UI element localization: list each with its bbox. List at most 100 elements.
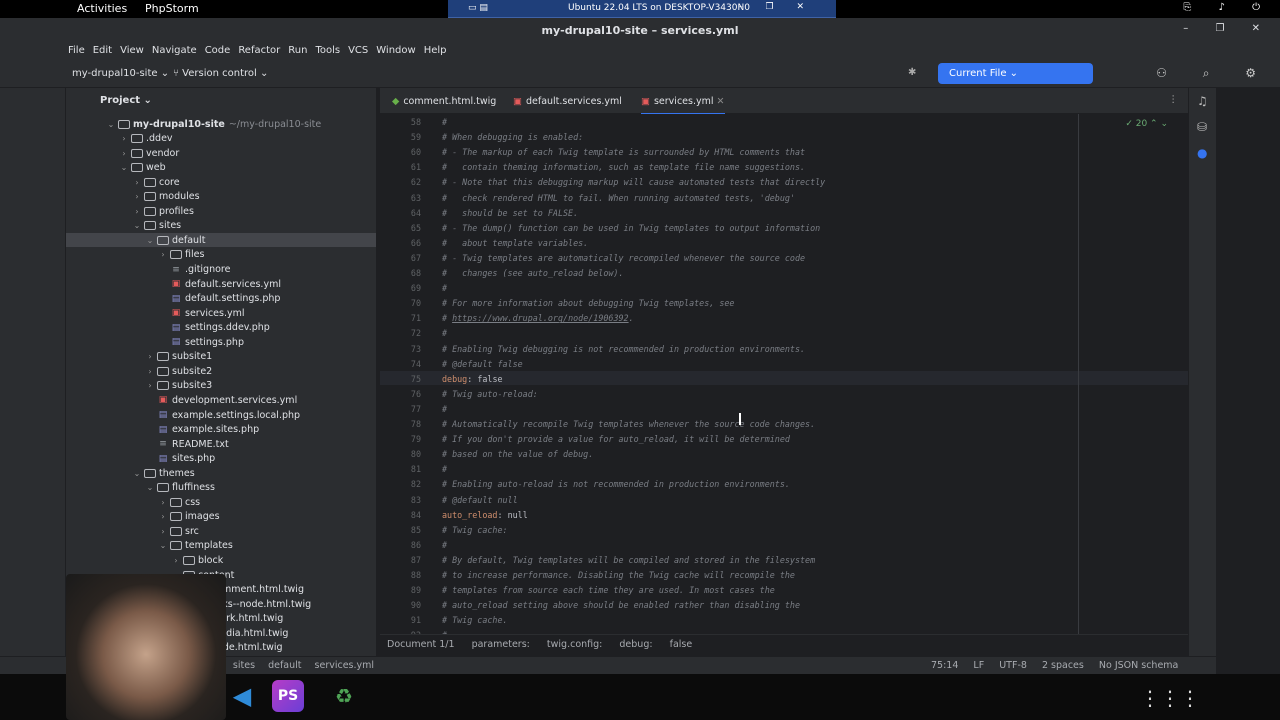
database-icon[interactable]: ⛁ [1197,120,1207,134]
status-path-default[interactable]: default [268,660,301,671]
tab-comment-twig[interactable]: ◆ comment.html.twig [392,96,496,107]
menu-run[interactable]: Run [288,45,307,60]
tab-default-services[interactable]: ▣ default.services.yml [513,96,622,107]
pin-icon[interactable]: ▭ ▤ [468,3,488,13]
code-line[interactable]: # about template variables. [442,238,588,248]
code-line[interactable]: # [442,283,447,293]
menu-vcs[interactable]: VCS [348,45,368,60]
tree-item[interactable]: ⌄ web [66,161,376,175]
tree-item[interactable]: ▤ sites.php [66,452,376,466]
code-line[interactable]: # Enabling auto-reload is not recommende… [442,479,790,489]
tree-item[interactable]: ▤ settings.ddev.php [66,321,376,335]
tree-item[interactable]: › files [66,248,376,262]
line-separator[interactable]: LF [973,660,984,671]
code-line[interactable]: # @default false [442,359,523,369]
breadcrumb-parameters[interactable]: parameters: [472,639,530,650]
status-path-file[interactable]: services.yml [315,660,375,671]
code-line[interactable]: # Twig cache. [442,615,508,625]
code-line[interactable]: # [442,404,447,414]
breadcrumb-value[interactable]: false [670,639,693,650]
debug-icon[interactable]: ✱ [908,67,916,78]
chevron-right-icon[interactable]: › [119,149,129,158]
file-encoding[interactable]: UTF-8 [999,660,1027,671]
code-line[interactable]: # When debugging is enabled: [442,132,583,142]
menu-help[interactable]: Help [424,45,447,60]
breadcrumb-debug[interactable]: debug: [619,639,652,650]
chevron-right-icon[interactable]: › [158,527,168,536]
chevron-down-icon[interactable]: ⌄ [158,541,168,550]
tree-item[interactable]: › subsite1 [66,350,376,364]
chevron-down-icon[interactable]: ⌄ [145,236,155,245]
close-tab-icon[interactable]: ✕ [717,96,725,107]
code-line[interactable]: # should be set to FALSE. [442,208,578,218]
tree-item[interactable]: ▣ services.yml [66,306,376,320]
window-controls[interactable]: – ❐ ✕ [1183,23,1272,34]
chevron-right-icon[interactable]: › [158,498,168,507]
project-selector[interactable]: my-drupal10-site ⌄ [72,68,169,79]
tree-item[interactable]: › block [66,554,376,568]
code-line[interactable]: # contain theming information, such as t… [442,162,805,172]
code-line[interactable]: # By default, Twig templates will be com… [442,555,815,565]
caret-position[interactable]: 75:14 [931,660,958,671]
code-line[interactable]: # auto_reload setting above should be en… [442,600,800,610]
project-header[interactable]: Project ⌄ [100,95,152,106]
chevron-right-icon[interactable]: › [171,556,181,565]
chevron-down-icon[interactable]: ⌄ [106,120,116,129]
ai-assistant-icon[interactable]: ● [1197,146,1207,160]
tree-item[interactable]: › profiles [66,204,376,218]
chevron-down-icon[interactable]: ⌄ [132,469,142,478]
code-line[interactable]: auto_reload: null [442,510,528,520]
tab-services-yml[interactable]: ▣ services.yml ✕ [641,96,725,115]
tabs-menu-icon[interactable]: ⋮ [1169,94,1179,105]
tree-item[interactable]: ⌄ fluffiness [66,481,376,495]
code-line[interactable]: debug: false [442,374,503,384]
code-line[interactable]: # changes (see auto_reload below). [442,268,624,278]
chevron-right-icon[interactable]: › [145,367,155,376]
tree-item[interactable]: › modules [66,190,376,204]
system-tray[interactable]: ⎘ ♪ ⏻ [1183,2,1272,13]
code-line[interactable]: # based on the value of debug. [442,449,593,459]
tree-item[interactable]: › subsite3 [66,379,376,393]
chevron-down-icon[interactable]: ⌄ [145,483,155,492]
json-schema[interactable]: No JSON schema [1099,660,1179,671]
code-line[interactable]: # [442,328,447,338]
menu-tools[interactable]: Tools [315,45,340,60]
tree-item[interactable]: ▣ development.services.yml [66,393,376,407]
activities-button[interactable]: Activities [77,2,127,15]
trash-icon[interactable]: ♻ [328,680,360,712]
inspection-widget[interactable]: ✓ 20 ⌃ ⌄ [1125,119,1168,129]
code-line[interactable]: # - Note that this debugging markup will… [442,177,825,187]
chevron-down-icon[interactable]: ⌄ [119,163,129,172]
tree-item[interactable]: › src [66,524,376,538]
tree-item[interactable]: ⌄ sites [66,219,376,233]
chevron-right-icon[interactable]: › [145,352,155,361]
chevron-right-icon[interactable]: › [132,192,142,201]
menu-refactor[interactable]: Refactor [238,45,280,60]
tree-item[interactable]: › vendor [66,146,376,160]
code-line[interactable]: # - The markup of each Twig template is … [442,147,805,157]
code-line[interactable]: # Automatically recompile Twig templates… [442,419,815,429]
menu-view[interactable]: View [120,45,144,60]
chevron-down-icon[interactable]: ⌄ [132,221,142,230]
tree-item[interactable]: ⌄ my-drupal10-site ~/my-drupal10-site [66,117,376,131]
app-menu[interactable]: PhpStorm [145,2,199,15]
code-line[interactable]: # - Twig templates are automatically rec… [442,253,805,263]
tree-item[interactable]: › .ddev [66,132,376,146]
code-line[interactable]: # [442,117,447,127]
code-line[interactable]: # templates from source each time they a… [442,585,775,595]
tree-item[interactable]: › subsite2 [66,364,376,378]
code-editor[interactable]: 58 59 60 61 62 63 64 65 66 67 68 69 70 71 72 73 74 75 76 77… [380,114,1188,634]
menu-window[interactable]: Window [376,45,415,60]
status-path-sites[interactable]: sites [233,660,255,671]
menu-code[interactable]: Code [205,45,231,60]
tree-item[interactable]: ▤ default.settings.php [66,292,376,306]
code-line[interactable]: # Twig auto-reload: [442,389,538,399]
tree-item[interactable]: › core [66,175,376,189]
breadcrumb-twig-config[interactable]: twig.config: [547,639,602,650]
tree-item[interactable]: ⌄ default [66,233,376,248]
code-line[interactable]: # @default null [442,495,518,505]
version-control-selector[interactable]: ⑂ Version control ⌄ [173,68,268,79]
code-line[interactable]: # If you don't provide a value for auto_… [442,434,790,444]
code-line[interactable]: # https://www.drupal.org/node/1906392. [442,313,634,323]
tree-item[interactable]: ⌄ templates [66,539,376,553]
